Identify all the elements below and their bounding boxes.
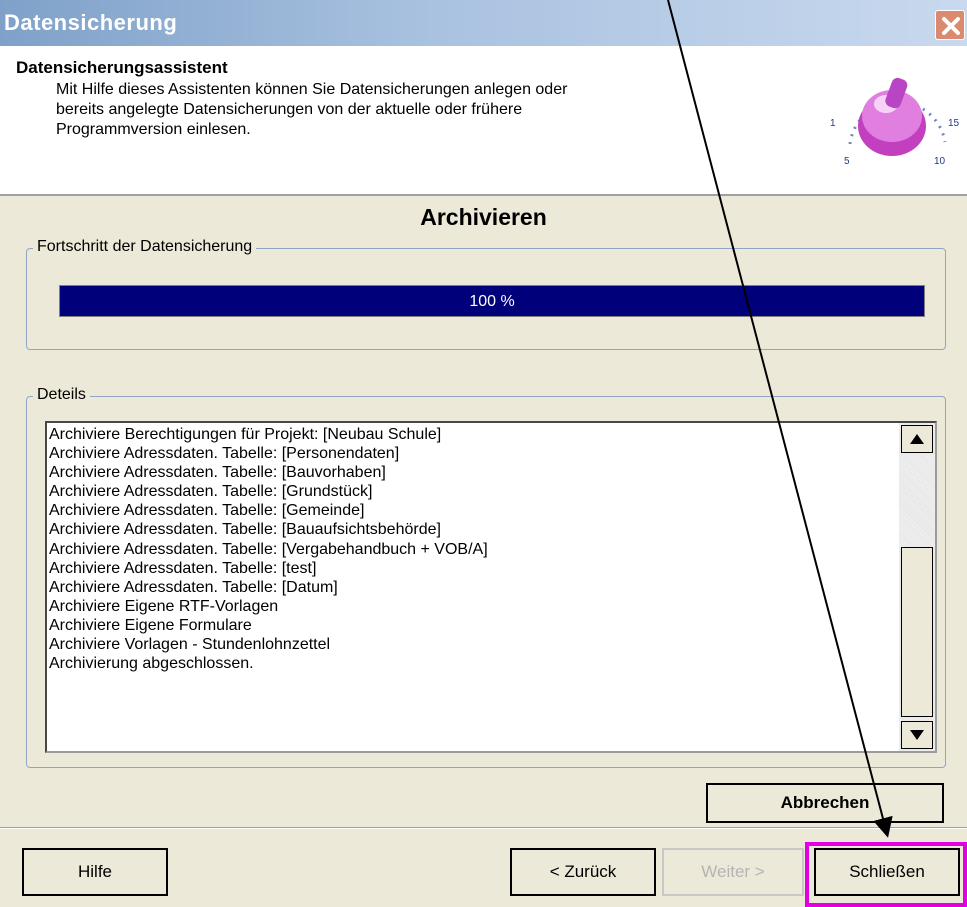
description-line: Mit Hilfe dieses Assistenten können Sie … (56, 81, 568, 98)
backup-dialog: Datensicherung Datensicherungsassistent … (0, 0, 967, 907)
window-title: Datensicherung (4, 10, 178, 35)
weiter-button[interactable]: Weiter > (662, 848, 804, 896)
zurueck-button[interactable]: < Zurück (510, 848, 656, 896)
list-item: Archiviere Adressdaten. Tabelle: [Grunds… (49, 483, 373, 501)
description-line: bereits angelegte Datensicherungen von d… (56, 101, 523, 118)
list-item: Archiviere Eigene RTF-Vorlagen (49, 597, 279, 615)
dial-label: 5 (844, 156, 850, 167)
progress-legend: Fortschritt der Datensicherung (33, 238, 257, 256)
details-items: Archiviere Berechtigungen für Projekt: [… (49, 425, 897, 673)
description-line: Programmversion einlesen. (56, 121, 251, 138)
progress-bar: 100 % (59, 285, 925, 317)
details-list[interactable]: Archiviere Berechtigungen für Projekt: [… (45, 421, 937, 753)
scroll-thumb[interactable] (901, 547, 933, 717)
separator (0, 827, 967, 829)
dial-label: 1 (830, 118, 836, 129)
close-icon (942, 17, 960, 35)
list-item: Archiviere Berechtigungen für Projekt: [… (49, 426, 442, 443)
list-item: Archiviere Adressdaten. Tabelle: [Gemein… (49, 502, 365, 520)
details-legend: Deteils (33, 386, 90, 404)
list-item: Archiviere Adressdaten. Tabelle: [Datum] (49, 578, 338, 596)
list-item: Archiviere Vorlagen - Stundenlohnzettel (49, 636, 331, 654)
scroll-up-button[interactable] (901, 425, 933, 453)
list-item: Archivierung abgeschlossen. (49, 655, 254, 673)
scroll-down-button[interactable] (901, 721, 933, 749)
dial-label: 10 (934, 156, 946, 167)
list-item: Archiviere Adressdaten. Tabelle: [test] (49, 559, 317, 577)
wizard-header: Datensicherungsassistent Mit Hilfe diese… (0, 46, 967, 196)
dial-label: 15 (948, 118, 960, 129)
section-title: Archivieren (420, 204, 547, 230)
close-button[interactable] (935, 10, 965, 40)
details-group: Deteils Archiviere Berechtigungen für Pr… (26, 386, 946, 768)
vertical-scrollbar[interactable] (899, 423, 935, 751)
arrow-up-icon (910, 434, 924, 444)
dial-knob-icon: 1 5 10 15 (830, 77, 960, 167)
arrow-down-icon (910, 730, 924, 740)
list-item: Archiviere Eigene Formulare (49, 616, 252, 634)
progress-text: 100 % (469, 293, 515, 310)
abbrechen-button[interactable]: Abbrechen (706, 783, 944, 823)
list-item: Archiviere Adressdaten. Tabelle: [Bauauf… (49, 521, 441, 539)
hilfe-button[interactable]: Hilfe (22, 848, 168, 896)
list-item: Archiviere Adressdaten. Tabelle: [Person… (49, 445, 400, 463)
wizard-title: Datensicherungsassistent (16, 58, 228, 77)
list-item: Archiviere Adressdaten. Tabelle: [Bauvor… (49, 464, 386, 482)
schliessen-highlight-box (805, 842, 967, 907)
list-item: Archiviere Adressdaten. Tabelle: [Vergab… (49, 540, 488, 558)
title-bar: Datensicherung (0, 0, 967, 46)
wizard-description: Mit Hilfe dieses Assistenten können Sie … (56, 80, 736, 140)
progress-group: Fortschritt der Datensicherung 100 % (26, 238, 946, 350)
